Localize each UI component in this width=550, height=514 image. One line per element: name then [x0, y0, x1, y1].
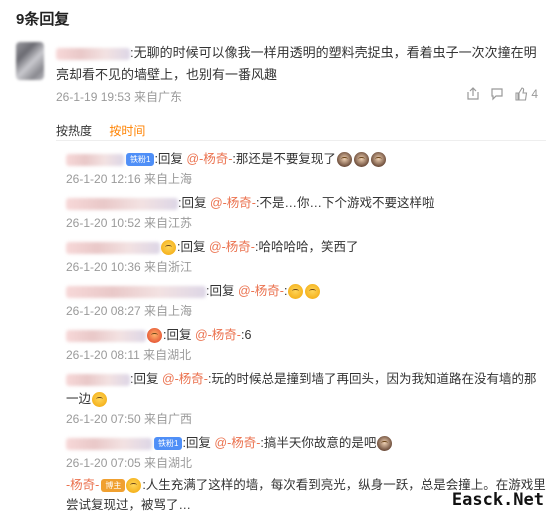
reply-author[interactable]: [66, 329, 146, 342]
mention-link[interactable]: @-杨奇-: [238, 284, 284, 298]
commenter-name[interactable]: [56, 47, 130, 60]
reply-author[interactable]: -杨奇-: [66, 478, 99, 492]
reply-meta: 26-1-20 07:05 来自湖北: [66, 456, 193, 470]
sort-by-hot[interactable]: 按热度: [56, 124, 92, 138]
main-comment-meta: 26-1-19 19:53 来自广东: [56, 90, 183, 104]
mention-link[interactable]: @-杨奇-: [186, 152, 232, 166]
emoji-icon: [92, 392, 108, 408]
share-icon: [467, 87, 479, 100]
emoji-icon: [377, 436, 393, 452]
mention-link[interactable]: @-杨奇-: [209, 240, 255, 254]
reply-author[interactable]: [66, 153, 124, 166]
share-button[interactable]: [466, 87, 480, 101]
emoji-icon: [353, 152, 369, 168]
list-item: :回复 @-杨奇-:玩的时候总是撞到墙了再回头，因为我知道路在没有墙的那一边 2…: [66, 369, 546, 429]
sort-by-time[interactable]: 按时间: [109, 124, 145, 138]
list-item: 铁粉1:回复 @-杨奇-:搞半天你故意的是吧 26-1-20 07:05 来自湖…: [66, 433, 546, 473]
list-item: 铁粉1:回复 @-杨奇-:那还是不要复现了 26-1-20 12:16 来自上海: [66, 149, 546, 189]
reply-author[interactable]: [66, 241, 160, 254]
reply-author[interactable]: [66, 437, 152, 450]
comment-icon: [491, 88, 503, 101]
emoji-icon: [126, 478, 142, 494]
blogger-badge: 博主: [101, 479, 126, 493]
mention-link[interactable]: @-杨奇-: [162, 372, 208, 386]
emoji-icon: [370, 152, 386, 168]
reply-author[interactable]: [66, 373, 130, 386]
fan-badge: 铁粉1: [126, 153, 155, 167]
thumbs-up-icon: [515, 87, 528, 101]
list-item: :回复 @-杨奇-:不是…你…下个游戏不要这样啦 26-1-20 10:52 来…: [66, 193, 546, 233]
fan-badge: 铁粉1: [154, 437, 183, 451]
main-comment-actions: 4: [466, 87, 538, 101]
reply-meta: 26-1-20 12:16 来自上海: [66, 172, 193, 186]
reply-meta: 26-1-20 10:52 来自江苏: [66, 216, 193, 230]
mention-link[interactable]: @-杨奇-: [195, 328, 241, 342]
sort-bar: 按热度 按时间: [56, 122, 159, 139]
emoji-icon: [305, 284, 321, 300]
mention-link[interactable]: @-杨奇-: [214, 436, 260, 450]
reply-author[interactable]: [66, 285, 206, 298]
reply-meta: 26-1-20 07:50 来自广西: [66, 412, 193, 426]
mention-link[interactable]: @-杨奇-: [210, 196, 256, 210]
emoji-icon: [336, 152, 352, 168]
page-title: 9条回复: [16, 11, 70, 28]
main-comment-text: :无聊的时候可以像我一样用透明的塑料壳捉虫，看着虫子一次次撞在明亮却看不见的墙壁…: [56, 45, 537, 82]
reply-meta: 26-1-20 08:11 来自湖北: [66, 348, 192, 362]
reply-list: 铁粉1:回复 @-杨奇-:那还是不要复现了 26-1-20 12:16 来自上海…: [56, 140, 546, 512]
watermark: Easck.Net: [451, 490, 544, 510]
list-item: :回复 @-杨奇-:哈哈哈哈，笑西了 26-1-20 10:36 来自浙江: [66, 237, 546, 277]
like-button[interactable]: 4: [514, 87, 538, 101]
list-item: :回复 @-杨奇-:6 26-1-20 08:11 来自湖北: [66, 325, 546, 365]
reply-author[interactable]: [66, 197, 178, 210]
reply-meta: 26-1-20 10:36 来自浙江: [66, 260, 193, 274]
emoji-icon: [147, 328, 162, 344]
reply-meta: 26-1-20 08:27 来自上海: [66, 304, 193, 318]
emoji-icon: [161, 240, 176, 256]
like-count: 4: [531, 87, 538, 101]
list-item: :回复 @-杨奇-: 26-1-20 08:27 来自上海: [66, 281, 546, 321]
avatar[interactable]: [16, 42, 44, 80]
comment-button[interactable]: [490, 87, 504, 101]
emoji-icon: [288, 284, 304, 300]
